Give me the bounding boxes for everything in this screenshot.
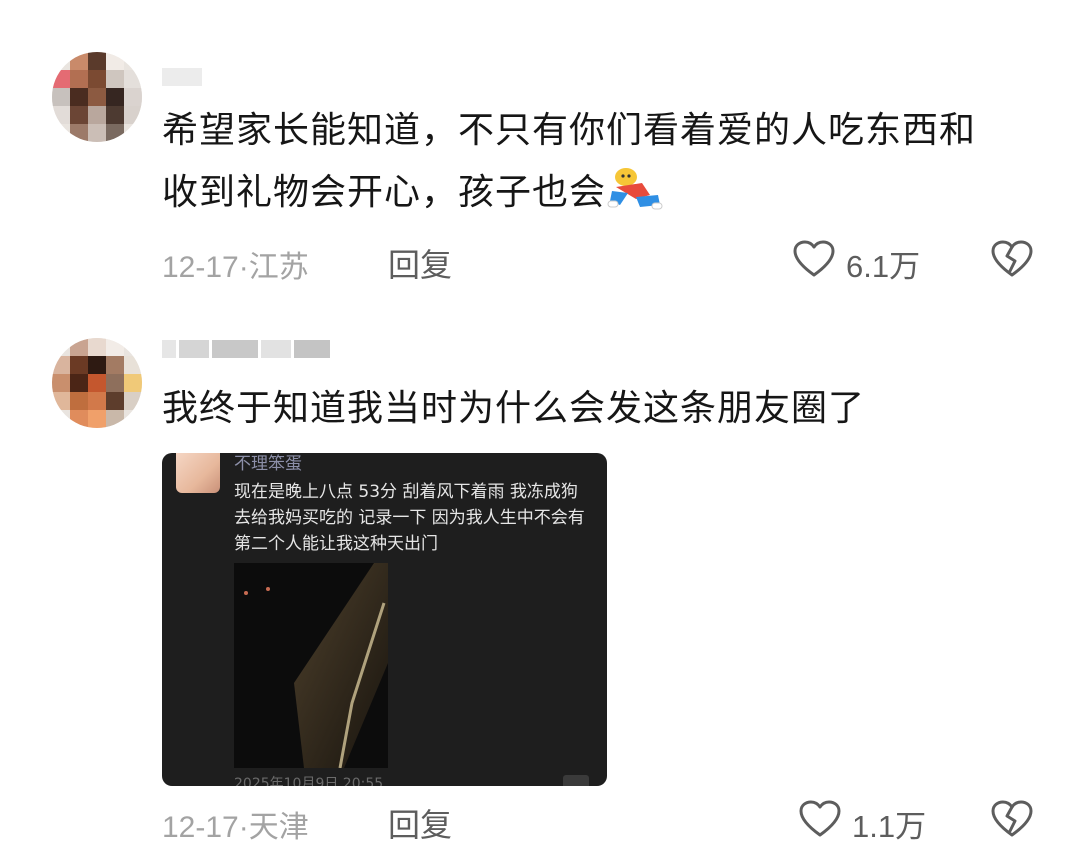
comment-text-line: 收到礼物会开心，孩子也会 (162, 162, 1052, 224)
comment-date: 12-17 (162, 251, 239, 284)
heart-outline-icon (799, 800, 841, 837)
dislike-button[interactable] (990, 798, 1034, 844)
broken-heart-icon (991, 240, 1033, 277)
comment-meta: 12-17·江苏 回复 6.1万 (162, 236, 1042, 286)
username-redacted[interactable] (162, 68, 205, 88)
heart-outline-icon (793, 240, 835, 277)
avatar[interactable] (52, 338, 142, 428)
comment-location: 天津 (248, 810, 309, 845)
comment-text-line: 希望家长能知道，不只有你们看着爱的人吃东西和 (162, 110, 977, 151)
username-redacted[interactable] (162, 340, 333, 360)
running-doll-sticker (606, 165, 664, 215)
comment-date-location: 12-17·江苏 (162, 242, 309, 286)
meta-separator: · (238, 811, 249, 844)
moment-avatar (176, 453, 220, 493)
comment-text: 希望家长能知道，不只有你们看着爱的人吃东西和 收到礼物会开心，孩子也会 (162, 100, 1052, 224)
like-count: 6.1万 (846, 249, 921, 284)
moment-text: 现在是晚上八点 53分 刮着风下着雨 我冻成狗去给我妈买吃的 记录一下 因为我人… (234, 482, 585, 554)
comment-text-span: 收到礼物会开心，孩子也会 (162, 172, 607, 213)
embedded-moment-screenshot[interactable]: 不理笨蛋 现在是晚上八点 53分 刮着风下着雨 我冻成狗去给我妈买吃的 记录一下… (162, 453, 607, 786)
moment-more-icon (563, 775, 589, 786)
meta-separator: · (238, 251, 249, 284)
comment-date-location: 12-17·天津 (162, 802, 309, 846)
comment-meta: 12-17·天津 回复 1.1万 (162, 796, 1042, 846)
broken-heart-icon (991, 800, 1033, 837)
moment-photo (234, 563, 388, 768)
avatar[interactable] (52, 52, 142, 142)
comment-text: 我终于知道我当时为什么会发这条朋友圈了 (162, 378, 1052, 440)
comment-text-line: 我终于知道我当时为什么会发这条朋友圈了 (162, 388, 866, 429)
reply-button[interactable]: 回复 (388, 800, 452, 846)
moment-timestamp: 2025年10月9日 20:55 (234, 776, 384, 786)
comment-location: 江苏 (248, 250, 309, 285)
dislike-button[interactable] (990, 238, 1034, 284)
moment-username: 不理笨蛋 (234, 454, 302, 474)
like-count: 1.1万 (852, 809, 927, 844)
reply-button[interactable]: 回复 (388, 240, 452, 286)
comments-page: 希望家长能知道，不只有你们看着爱的人吃东西和 收到礼物会开心，孩子也会 12-1… (0, 0, 1080, 859)
comment-date: 12-17 (162, 811, 239, 844)
